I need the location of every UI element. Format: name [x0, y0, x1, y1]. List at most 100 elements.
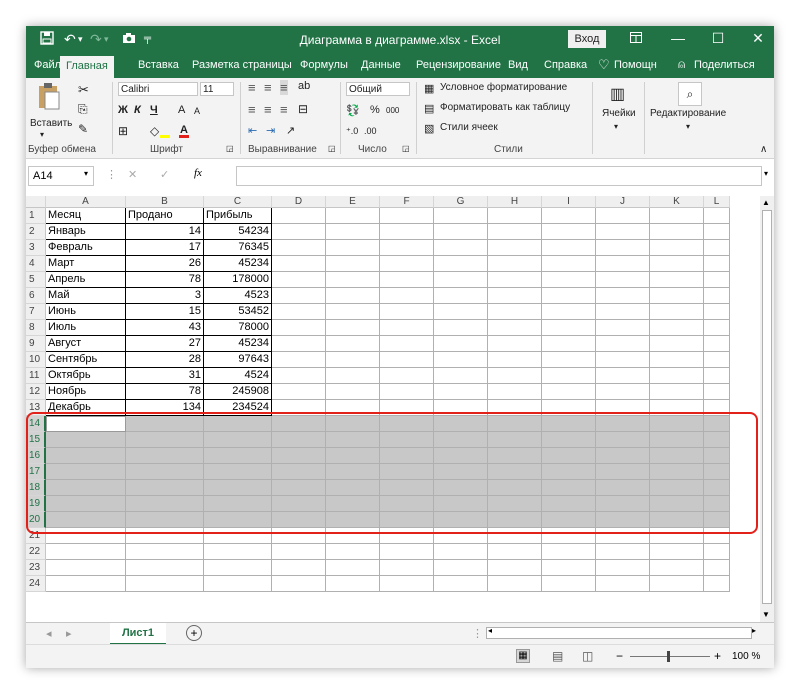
row-header-23[interactable]: 23 — [26, 560, 46, 576]
editing-dropdown-icon[interactable]: ▾ — [686, 122, 690, 131]
table-cell[interactable]: 4523 — [204, 288, 272, 304]
column-header-k[interactable]: K — [650, 196, 704, 208]
align-bottom-icon[interactable]: ≡ — [280, 80, 288, 95]
borders-icon[interactable]: ⊞ — [118, 124, 128, 138]
sheet-tab-list1[interactable]: Лист1 — [110, 623, 166, 645]
expand-formula-icon[interactable]: ▾ — [764, 169, 768, 178]
row-header-9[interactable]: 9 — [26, 336, 46, 352]
align-right-icon[interactable]: ≡ — [280, 102, 288, 117]
editing-button[interactable]: Редактирование — [650, 108, 726, 119]
normal-view-icon[interactable]: ▦ — [516, 649, 530, 663]
number-format-select[interactable]: Общий — [346, 82, 410, 96]
row-header-6[interactable]: 6 — [26, 288, 46, 304]
align-top-icon[interactable]: ≡ — [248, 80, 256, 95]
paste-icon[interactable] — [36, 82, 62, 115]
table-cell[interactable]: Август — [46, 336, 126, 352]
column-header-i[interactable]: I — [542, 196, 596, 208]
add-sheet-button[interactable]: + — [186, 625, 202, 641]
scroll-thumb[interactable] — [762, 210, 772, 604]
page-break-view-icon[interactable]: ◫ — [582, 649, 593, 663]
table-cell[interactable]: 78000 — [204, 320, 272, 336]
table-cell[interactable]: 43 — [126, 320, 204, 336]
row-header-11[interactable]: 11 — [26, 368, 46, 384]
wrap-text-icon[interactable]: ab — [298, 80, 310, 92]
tab-view[interactable]: Вид — [508, 59, 528, 71]
cell-styles-icon[interactable]: ▧ — [424, 122, 434, 135]
format-as-table-button[interactable]: Форматировать как таблицу — [440, 102, 570, 113]
decrease-decimal-icon[interactable]: .00 — [364, 126, 377, 136]
align-middle-icon[interactable]: ≡ — [264, 80, 272, 95]
table-cell[interactable]: 17 — [126, 240, 204, 256]
table-cell[interactable]: Февраль — [46, 240, 126, 256]
tell-me[interactable]: Помощн — [614, 59, 657, 71]
table-cell[interactable]: Месяц — [46, 208, 126, 224]
column-header-a[interactable]: A — [46, 196, 126, 208]
minimize-icon[interactable]: — — [666, 30, 690, 46]
table-cell[interactable]: 45234 — [204, 336, 272, 352]
maximize-icon[interactable]: ☐ — [706, 30, 730, 47]
name-box-dropdown-icon[interactable]: ▾ — [84, 169, 88, 178]
column-header-h[interactable]: H — [488, 196, 542, 208]
percent-button[interactable]: % — [370, 104, 380, 116]
row-header-24[interactable]: 24 — [26, 576, 46, 592]
paste-dropdown-icon[interactable]: ▾ — [40, 130, 44, 139]
close-icon[interactable]: ✕ — [746, 30, 770, 47]
table-cell[interactable]: 245908 — [204, 384, 272, 400]
row-header-4[interactable]: 4 — [26, 256, 46, 272]
align-center-icon[interactable]: ≡ — [264, 102, 272, 117]
column-header-e[interactable]: E — [326, 196, 380, 208]
tab-data[interactable]: Данные — [361, 59, 401, 71]
column-header-d[interactable]: D — [272, 196, 326, 208]
row-header-7[interactable]: 7 — [26, 304, 46, 320]
font-name-select[interactable]: Calibri — [118, 82, 198, 96]
cells-icon[interactable]: ▥ — [610, 84, 625, 104]
tab-review[interactable]: Рецензирование — [416, 59, 501, 71]
table-cell[interactable]: Июнь — [46, 304, 126, 320]
cut-icon[interactable]: ✂ — [78, 82, 89, 98]
column-header-l[interactable]: L — [704, 196, 730, 208]
share-icon[interactable]: ⍝ — [678, 57, 685, 72]
row-header-2[interactable]: 2 — [26, 224, 46, 240]
row-header-12[interactable]: 12 — [26, 384, 46, 400]
cell-styles-button[interactable]: Стили ячеек — [440, 122, 498, 133]
tab-help[interactable]: Справка — [544, 59, 587, 71]
table-cell[interactable]: 97643 — [204, 352, 272, 368]
cancel-formula-button[interactable]: ✕ — [128, 168, 137, 181]
grow-font-button[interactable]: A — [178, 104, 185, 116]
column-header-g[interactable]: G — [434, 196, 488, 208]
table-cell[interactable]: 178000 — [204, 272, 272, 288]
lightbulb-icon[interactable]: ♡ — [598, 57, 610, 73]
shrink-font-button[interactable]: A — [194, 106, 200, 116]
cells-dropdown-icon[interactable]: ▾ — [614, 122, 618, 131]
scroll-left-icon[interactable]: ◂ — [488, 626, 492, 635]
table-cell[interactable]: 78 — [126, 272, 204, 288]
table-cell[interactable]: Сентябрь — [46, 352, 126, 368]
table-cell[interactable]: 4524 — [204, 368, 272, 384]
format-painter-icon[interactable]: ✎ — [78, 122, 88, 136]
prev-sheet-icon[interactable]: ◂ — [46, 627, 52, 640]
enter-formula-button[interactable]: ✓ — [160, 168, 169, 181]
insert-function-button[interactable]: fx — [194, 167, 202, 179]
table-cell[interactable]: 76345 — [204, 240, 272, 256]
column-header-c[interactable]: C — [204, 196, 272, 208]
format-as-table-icon[interactable]: ▤ — [424, 102, 434, 115]
ribbon-display-options-icon[interactable] — [624, 30, 648, 46]
number-dialog-launcher-icon[interactable]: ◲ — [402, 144, 410, 153]
collapse-ribbon-icon[interactable]: ∧ — [760, 144, 767, 155]
bold-button[interactable]: Ж — [118, 104, 128, 116]
page-layout-view-icon[interactable]: ▤ — [552, 649, 563, 663]
table-cell[interactable]: Январь — [46, 224, 126, 240]
align-left-icon[interactable]: ≡ — [248, 102, 256, 117]
tab-page-layout[interactable]: Разметка страницы — [192, 59, 292, 71]
row-header-1[interactable]: 1 — [26, 208, 46, 224]
font-dialog-launcher-icon[interactable]: ◲ — [226, 144, 234, 153]
share-button[interactable]: Поделиться — [694, 59, 755, 71]
search-icon[interactable]: ⌕ — [678, 82, 702, 106]
row-header-10[interactable]: 10 — [26, 352, 46, 368]
table-cell[interactable]: Прибыль — [204, 208, 272, 224]
column-header-b[interactable]: B — [126, 196, 204, 208]
decrease-indent-icon[interactable]: ⇤ — [248, 124, 257, 137]
table-cell[interactable]: 45234 — [204, 256, 272, 272]
copy-icon[interactable]: ⎘ — [78, 102, 88, 117]
table-cell[interactable]: 54234 — [204, 224, 272, 240]
